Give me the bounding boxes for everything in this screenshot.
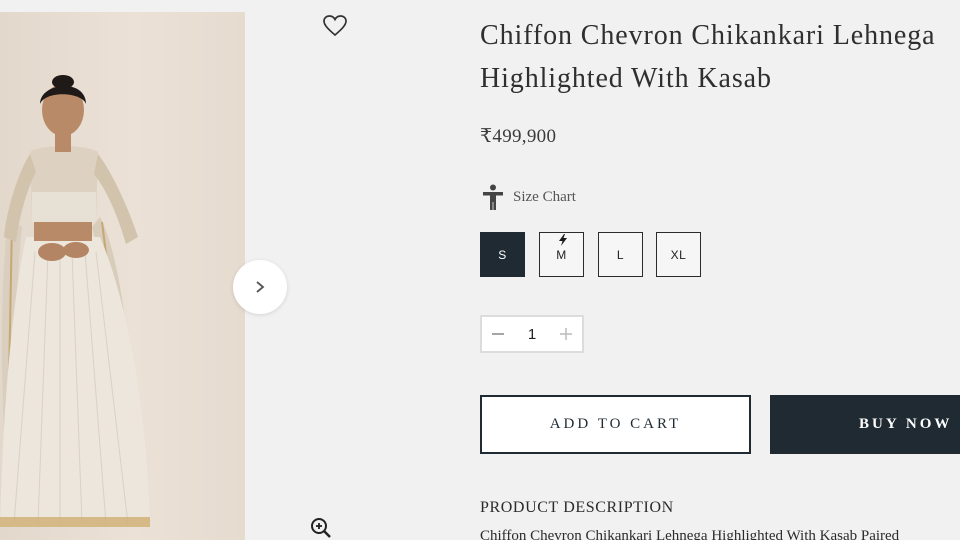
- lightning-bolt-icon: [559, 234, 567, 246]
- heart-outline-icon: [323, 15, 347, 37]
- product-title: Chiffon Chevron Chikankari Lehnega Highl…: [480, 14, 960, 100]
- zoom-in-icon: [311, 518, 331, 538]
- product-description-heading: PRODUCT DESCRIPTION: [480, 499, 674, 516]
- size-option-xl[interactable]: XL: [656, 232, 701, 277]
- size-option-label: L: [616, 247, 625, 262]
- size-chart-label: Size Chart: [513, 188, 576, 205]
- quantity-increase-button[interactable]: [550, 317, 582, 351]
- wishlist-button[interactable]: [320, 12, 350, 40]
- size-chart-link[interactable]: Size Chart: [482, 183, 576, 211]
- product-image[interactable]: [0, 12, 245, 540]
- chevron-right-icon: [256, 281, 265, 293]
- quantity-value[interactable]: 1: [528, 326, 536, 343]
- product-price: ₹499,900: [480, 126, 557, 147]
- buy-now-button[interactable]: BUY NOW: [770, 395, 960, 454]
- minus-icon: [492, 333, 504, 335]
- product-title-line-2: Highlighted With Kasab: [480, 63, 772, 94]
- product-page: Chiffon Chevron Chikankari Lehnega Highl…: [0, 0, 960, 540]
- product-title-line-1: Chiffon Chevron Chikankari Lehnega: [480, 20, 936, 51]
- quantity-stepper: 1: [480, 315, 584, 353]
- size-option-l[interactable]: L: [598, 232, 643, 277]
- size-chart-person-icon: [483, 184, 503, 210]
- size-option-label: M: [556, 247, 567, 262]
- next-image-button[interactable]: [233, 260, 287, 314]
- add-to-cart-button[interactable]: ADD TO CART: [480, 395, 751, 454]
- size-option-m[interactable]: M: [539, 232, 584, 277]
- plus-icon: [560, 328, 572, 340]
- size-option-label: XL: [670, 247, 687, 262]
- model-illustration: [0, 75, 150, 527]
- product-description-text: Chiffon Chevron Chikankari Lehnega Highl…: [480, 528, 900, 540]
- size-option-label: S: [498, 247, 507, 262]
- quantity-decrease-button[interactable]: [482, 317, 514, 351]
- size-option-s[interactable]: S: [480, 232, 525, 277]
- zoom-button[interactable]: [309, 516, 335, 540]
